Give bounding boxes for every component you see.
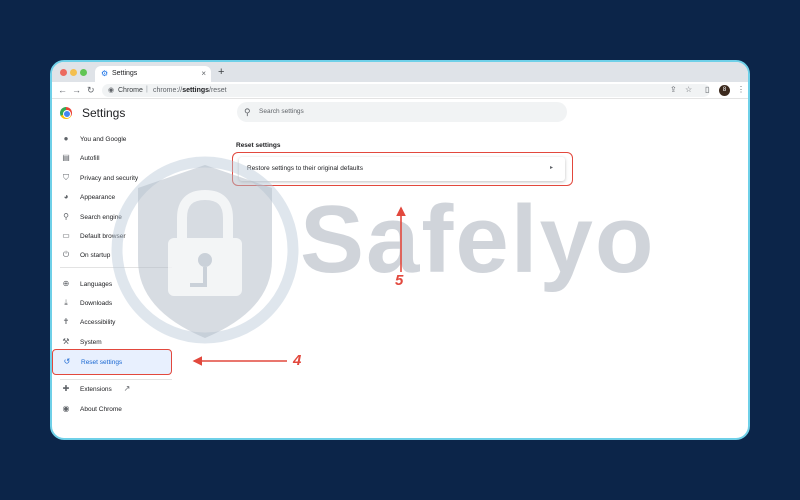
sidebar-item-extensions[interactable]: ✚ Extensions ↗ [52, 380, 171, 399]
sidebar-divider [60, 267, 172, 268]
section-title: Reset settings [236, 142, 281, 149]
sidebar-item-label: Search engine [80, 214, 122, 221]
sidebar-item-default-browser[interactable]: ▭ Default browser [52, 227, 171, 246]
restore-settings-highlight: Restore settings to their original defau… [232, 152, 573, 186]
search-input[interactable]: ⚲ Search settings [237, 102, 567, 122]
person-icon: ● [63, 134, 69, 143]
chrome-icon: ◉ [62, 404, 70, 413]
chevron-right-icon: ▸ [549, 165, 553, 171]
tab-title: Settings [112, 70, 138, 77]
address-bar[interactable]: ◉ Chrome | chrome://settings/reset [102, 84, 710, 97]
sidebar-item-label: Autofill [80, 155, 100, 162]
tab-settings[interactable]: ⚙ Settings × [95, 66, 211, 82]
chrome-site-icon: ◉ [108, 87, 115, 94]
address-brand: Chrome [118, 87, 143, 94]
sidebar-item-label: Default browser [80, 233, 126, 240]
sidebar-item-downloads[interactable]: ⤓ Downloads [52, 294, 171, 313]
close-window-button[interactable] [60, 69, 67, 76]
browser-icon: ▭ [62, 231, 70, 240]
sidebar-item-about-chrome[interactable]: ◉ About Chrome [52, 400, 171, 419]
sidebar-item-accessibility[interactable]: ✝ Accessibility [52, 313, 171, 332]
close-tab-icon[interactable]: × [201, 69, 206, 79]
browser-window: ⚙ Settings × + ← → ↻ ◉ Chrome | chrome:/… [50, 60, 750, 440]
sidebar-item-label: Languages [80, 281, 113, 288]
puzzle-icon: ✚ [62, 384, 70, 393]
wrench-icon: ⚒ [62, 337, 70, 346]
sidebar-item-you-and-google[interactable]: ● You and Google [52, 130, 171, 149]
maximize-window-button[interactable] [80, 69, 87, 76]
forward-button[interactable]: → [72, 84, 81, 96]
reload-button[interactable]: ↻ [87, 84, 95, 96]
kebab-menu-icon[interactable]: ⋮ [737, 85, 745, 95]
restore-defaults-label: Restore settings to their original defau… [247, 165, 363, 172]
browser-toolbar: ← → ↻ ◉ Chrome | chrome://settings/reset… [52, 82, 748, 99]
gear-icon: ⚙ [101, 69, 109, 78]
address-url: chrome://settings/reset [153, 87, 227, 94]
reset-icon: ↺ [63, 357, 71, 366]
sidebar-item-appearance[interactable]: ◕ Appearance [52, 188, 171, 207]
side-panel-icon[interactable]: ▯ [705, 85, 709, 95]
sidebar-item-label: Downloads [80, 300, 113, 307]
sidebar-item-search-engine[interactable]: ⚲ Search engine [52, 208, 171, 227]
globe-icon: ⊕ [62, 279, 70, 288]
sidebar-item-label: System [80, 339, 102, 346]
accessibility-icon: ✝ [62, 317, 70, 326]
search-icon: ⚲ [244, 107, 251, 117]
sidebar-item-label: Privacy and security [80, 175, 139, 182]
sidebar-item-on-startup[interactable]: ⏻ On startup [52, 246, 171, 265]
minimize-window-button[interactable] [70, 69, 77, 76]
sidebar-item-label: You and Google [80, 136, 127, 143]
page-title: Settings [82, 106, 126, 120]
search-placeholder: Search settings [259, 108, 304, 115]
sidebar-item-reset-settings[interactable]: ↺ Reset settings [52, 349, 172, 375]
share-icon[interactable]: ⇪ [670, 85, 677, 95]
sidebar-item-label: On startup [80, 252, 111, 259]
sidebar-item-label: Accessibility [80, 319, 116, 326]
new-tab-button[interactable]: + [218, 66, 224, 78]
address-separator: | [146, 86, 148, 93]
sidebar-item-label: Appearance [80, 194, 116, 201]
sidebar-item-label: Reset settings [81, 359, 123, 366]
search-icon: ⚲ [63, 212, 69, 221]
power-icon: ⏻ [62, 250, 70, 259]
shield-icon: ⛉ [63, 173, 69, 182]
sidebar-item-languages[interactable]: ⊕ Languages [52, 275, 171, 294]
tab-strip: ⚙ Settings × + [52, 62, 748, 82]
external-link-icon: ↗ [123, 384, 131, 393]
download-icon: ⤓ [64, 298, 68, 307]
clipboard-icon: ▤ [62, 153, 70, 162]
back-button[interactable]: ← [58, 84, 67, 96]
bookmark-star-icon[interactable]: ☆ [685, 85, 692, 95]
palette-icon: ◕ [63, 192, 69, 201]
sidebar-item-label: About Chrome [80, 406, 122, 413]
sidebar-item-label: Extensions [80, 386, 112, 393]
restore-defaults-button[interactable]: Restore settings to their original defau… [239, 157, 565, 181]
sidebar-item-privacy-and-security[interactable]: ⛉ Privacy and security [52, 169, 171, 188]
chrome-logo [60, 107, 72, 119]
sidebar-item-autofill[interactable]: ▤ Autofill [52, 149, 171, 168]
profile-avatar[interactable]: 8 [719, 85, 730, 96]
